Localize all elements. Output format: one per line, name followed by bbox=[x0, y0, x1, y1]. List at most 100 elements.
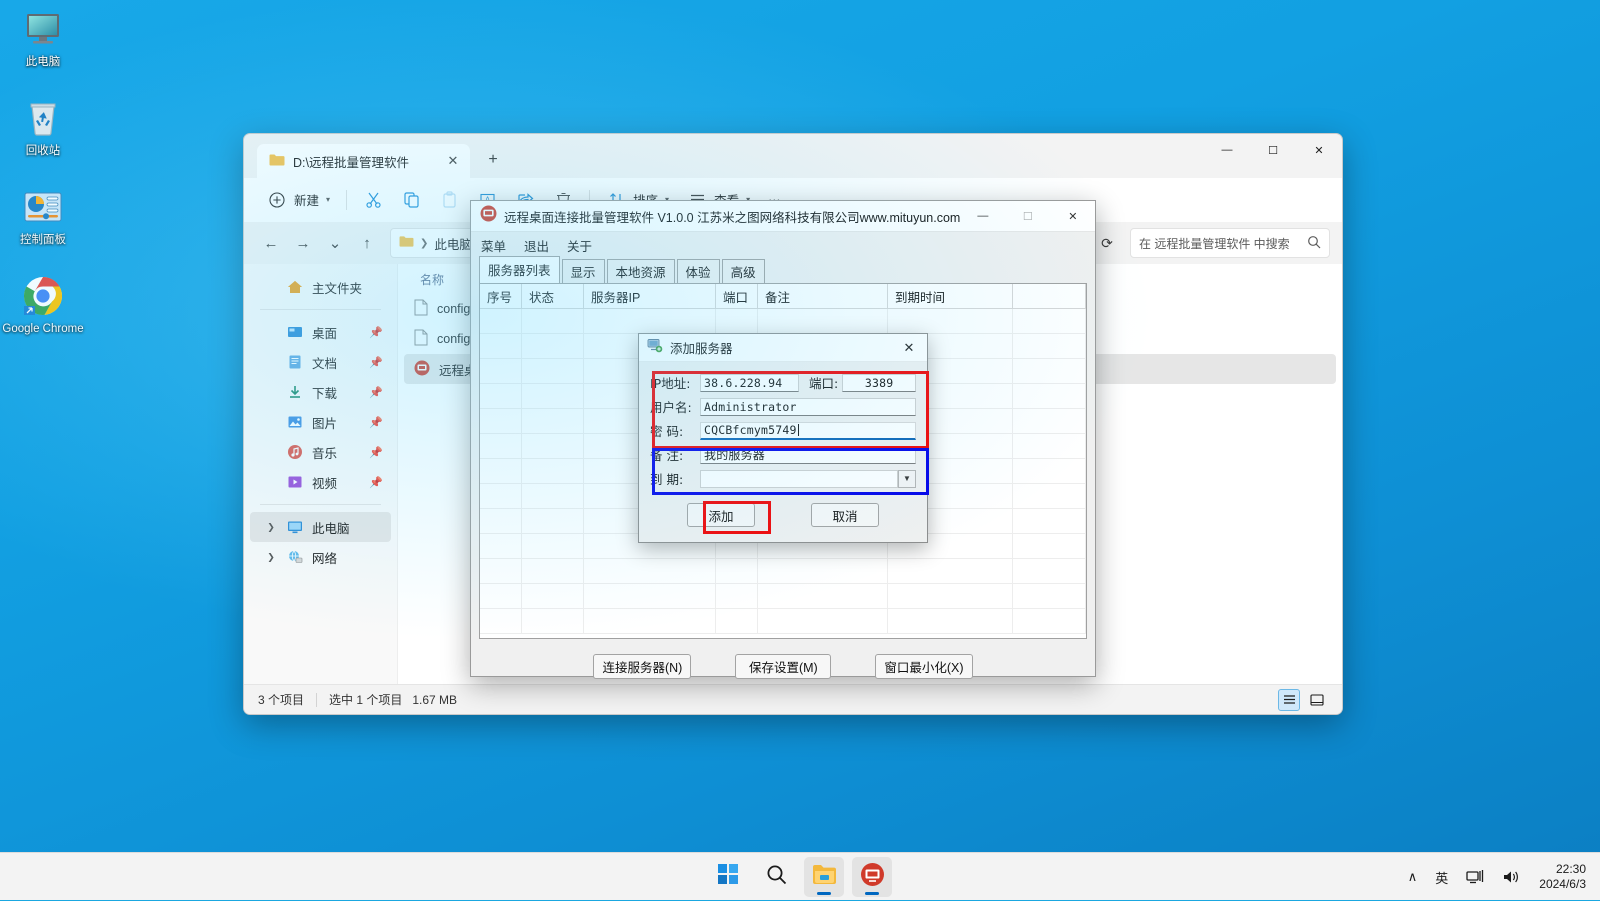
sidebar-item-pictures[interactable]: 图片 📌 bbox=[250, 407, 391, 437]
pin-icon[interactable]: 📌 bbox=[369, 446, 383, 459]
table-cell bbox=[480, 584, 522, 608]
table-cell bbox=[1013, 484, 1086, 508]
refresh-button[interactable]: ⟳ bbox=[1092, 228, 1122, 258]
close-button[interactable]: ✕ bbox=[1050, 201, 1095, 231]
minimize-button[interactable]: — bbox=[1204, 134, 1250, 166]
sidebar-item-network[interactable]: ❯ 网络 bbox=[250, 542, 391, 572]
sidebar-item-downloads[interactable]: 下载 📌 bbox=[250, 377, 391, 407]
cancel-button[interactable]: 取消 bbox=[811, 503, 879, 527]
search-input[interactable]: 在 远程批量管理软件 中搜索 bbox=[1130, 228, 1330, 258]
ime-indicator[interactable]: 英 bbox=[1432, 864, 1451, 891]
up-button[interactable]: ↑ bbox=[352, 228, 382, 258]
start-button[interactable] bbox=[708, 857, 748, 897]
tab-display[interactable]: 显示 bbox=[561, 259, 605, 284]
expiry-input[interactable] bbox=[700, 469, 898, 488]
port-input[interactable]: 3389 bbox=[842, 373, 916, 392]
desktop-icon-recycle-bin[interactable]: 回收站 bbox=[0, 95, 86, 158]
cut-button[interactable] bbox=[354, 184, 392, 216]
sidebar-item-music[interactable]: 音乐 📌 bbox=[250, 437, 391, 467]
table-cell bbox=[480, 434, 522, 458]
table-row[interactable] bbox=[480, 559, 1086, 584]
ip-input[interactable]: 38.6.228.94 bbox=[700, 373, 799, 392]
rdp-app-icon bbox=[860, 862, 885, 892]
desktop-icon-chrome[interactable]: Google Chrome bbox=[0, 273, 86, 336]
password-input[interactable]: CQCBfcmym5749 bbox=[700, 421, 916, 440]
new-button[interactable]: 新建 ▾ bbox=[258, 184, 339, 216]
menu-item-menu[interactable]: 菜单 bbox=[481, 236, 506, 255]
table-cell bbox=[1013, 359, 1086, 383]
close-button[interactable]: ✕ bbox=[1296, 134, 1342, 166]
username-input[interactable]: Administrator bbox=[700, 397, 916, 416]
table-row[interactable] bbox=[480, 609, 1086, 634]
system-tray: ∧ 英 22:30 2024/6/3 bbox=[1405, 853, 1592, 901]
add-button[interactable]: 添加 bbox=[687, 503, 755, 527]
sidebar-item-home[interactable]: 主文件夹 bbox=[250, 272, 391, 302]
forward-button[interactable]: → bbox=[288, 228, 318, 258]
tray-overflow-button[interactable]: ∧ bbox=[1405, 865, 1421, 889]
close-icon[interactable]: ✕ bbox=[442, 150, 464, 172]
column-header-server-ip[interactable]: 服务器IP bbox=[584, 284, 716, 308]
network-icon[interactable] bbox=[1463, 865, 1487, 889]
tab-server-list[interactable]: 服务器列表 bbox=[479, 256, 560, 283]
explorer-tab[interactable]: D:\远程批量管理软件 ✕ bbox=[257, 144, 470, 178]
menu-item-exit[interactable]: 退出 bbox=[524, 236, 549, 255]
copy-icon bbox=[401, 190, 421, 210]
sidebar-item-documents[interactable]: 文档 📌 bbox=[250, 347, 391, 377]
remark-input[interactable]: 我的服务器 bbox=[700, 445, 916, 464]
details-view-icon[interactable] bbox=[1278, 688, 1300, 711]
table-cell bbox=[480, 459, 522, 483]
pin-icon[interactable]: 📌 bbox=[369, 476, 383, 489]
pin-icon[interactable]: 📌 bbox=[369, 386, 383, 399]
chevron-right-icon[interactable]: ❯ bbox=[264, 552, 278, 563]
home-icon bbox=[286, 278, 304, 296]
chevron-down-icon[interactable]: ▼ bbox=[898, 469, 916, 488]
sidebar-item-desktop[interactable]: 桌面 📌 bbox=[250, 317, 391, 347]
column-header-remark[interactable]: 备注 bbox=[758, 284, 888, 308]
minimize-window-button[interactable]: 窗口最小化(X) bbox=[875, 653, 973, 679]
pin-icon[interactable]: 📌 bbox=[369, 326, 383, 339]
taskbar-file-explorer-button[interactable] bbox=[804, 856, 844, 897]
table-row[interactable] bbox=[480, 309, 1086, 334]
column-header-name[interactable]: 名称 bbox=[420, 271, 444, 288]
desktop-icon-this-pc[interactable]: 此电脑 bbox=[0, 6, 86, 69]
sidebar-item-videos[interactable]: 视频 📌 bbox=[250, 467, 391, 497]
new-tab-button[interactable]: + bbox=[478, 145, 508, 175]
taskbar-rdp-manager-button[interactable] bbox=[852, 856, 892, 897]
tab-local-resources[interactable]: 本地资源 bbox=[606, 259, 675, 284]
connect-servers-button[interactable]: 连接服务器(N) bbox=[593, 653, 692, 679]
pin-icon[interactable]: 📌 bbox=[369, 416, 383, 429]
breadcrumb-item-0[interactable]: 此电脑 bbox=[434, 234, 472, 253]
cut-icon bbox=[363, 190, 383, 210]
recent-locations-button[interactable]: ⌄ bbox=[320, 228, 350, 258]
chevron-right-icon[interactable]: ❯ bbox=[264, 522, 278, 533]
column-header-status[interactable]: 状态 bbox=[522, 284, 584, 308]
copy-button[interactable] bbox=[392, 184, 430, 216]
paste-button[interactable] bbox=[430, 184, 468, 216]
clock[interactable]: 22:30 2024/6/3 bbox=[1535, 862, 1592, 892]
desktop: 此电脑 回收站 控制面板 Google Chrome D:\远程批量管理软件 ✕… bbox=[0, 0, 1600, 900]
back-button[interactable]: ← bbox=[256, 228, 286, 258]
taskbar-search-button[interactable] bbox=[756, 857, 796, 897]
table-cell bbox=[1013, 434, 1086, 458]
desktop-icon-control-panel[interactable]: 控制面板 bbox=[0, 184, 86, 247]
column-header-extra[interactable] bbox=[1013, 284, 1086, 308]
pin-icon[interactable]: 📌 bbox=[369, 356, 383, 369]
explorer-tab-title: D:\远程批量管理软件 bbox=[293, 155, 409, 170]
maximize-button[interactable]: ☐ bbox=[1250, 134, 1296, 166]
tab-advanced[interactable]: 高级 bbox=[721, 259, 765, 284]
table-row[interactable] bbox=[480, 584, 1086, 609]
column-header-index[interactable]: 序号 bbox=[480, 284, 522, 308]
close-icon[interactable]: ✕ bbox=[891, 334, 927, 361]
sidebar-item-label: 音乐 bbox=[312, 446, 338, 461]
expiry-datepicker[interactable]: ▼ bbox=[700, 469, 916, 488]
column-header-expiry[interactable]: 到期时间 bbox=[888, 284, 1013, 308]
menu-item-about[interactable]: 关于 bbox=[567, 236, 592, 255]
sidebar-item-this-pc[interactable]: ❯ 此电脑 bbox=[250, 512, 391, 542]
save-settings-button[interactable]: 保存设置(M) bbox=[735, 653, 832, 679]
volume-icon[interactable] bbox=[1499, 865, 1523, 889]
maximize-button[interactable]: ☐ bbox=[1005, 201, 1050, 231]
tab-experience[interactable]: 体验 bbox=[676, 259, 720, 284]
minimize-button[interactable]: — bbox=[960, 201, 1005, 231]
list-view-icon[interactable] bbox=[1306, 689, 1328, 711]
column-header-port[interactable]: 端口 bbox=[716, 284, 758, 308]
